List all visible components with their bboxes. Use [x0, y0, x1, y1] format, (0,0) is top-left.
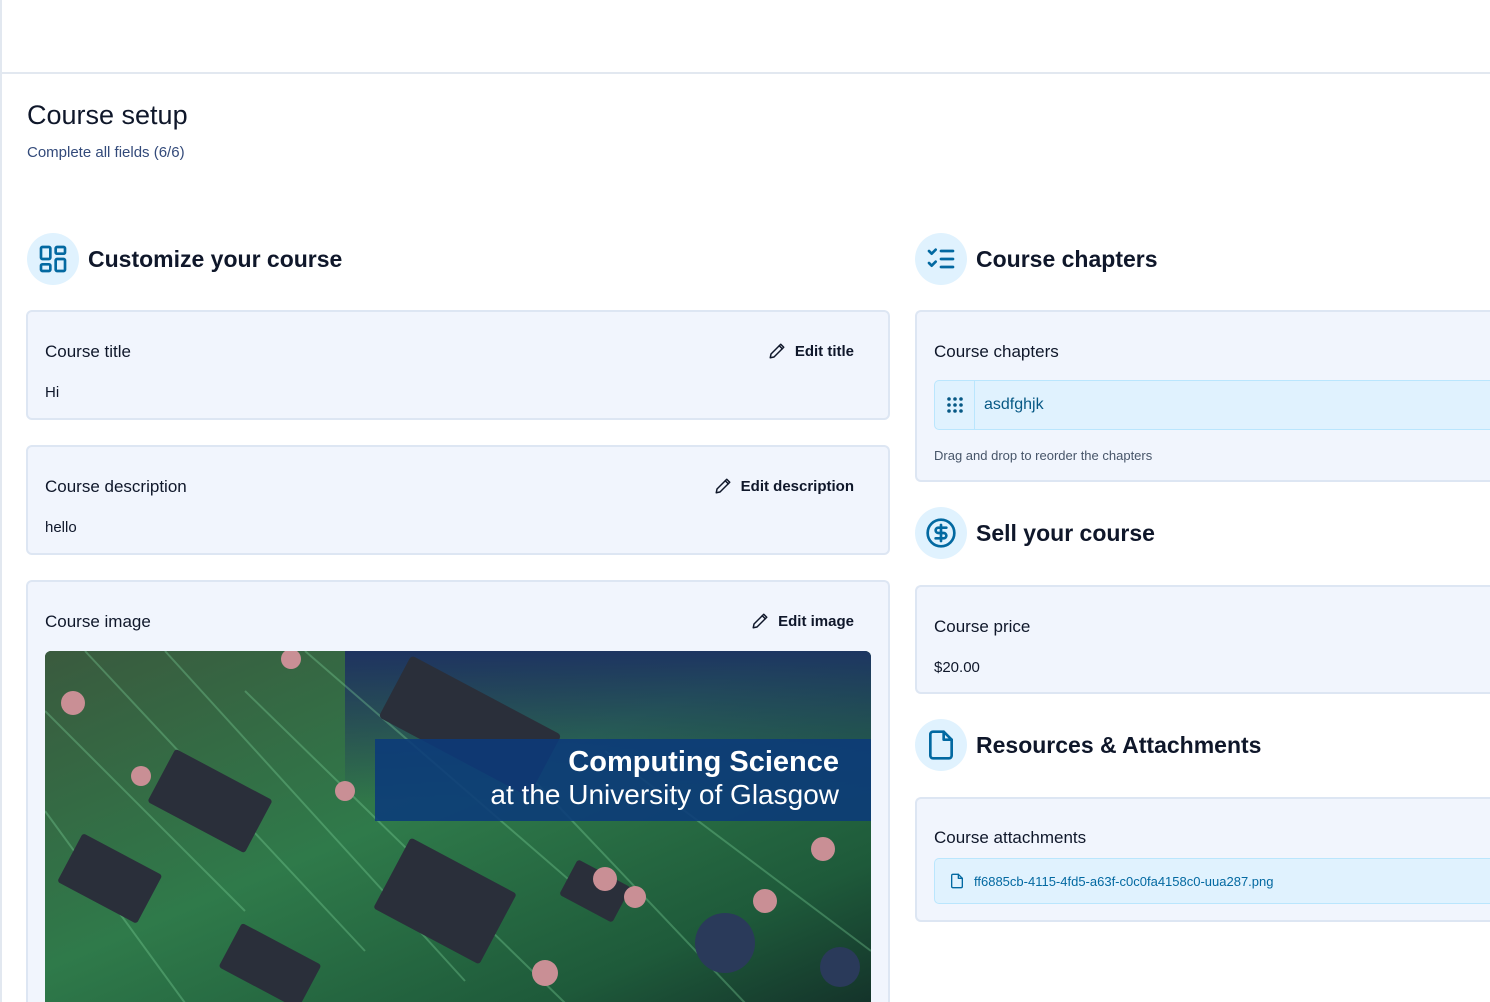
sidebar-border: [0, 0, 2, 1002]
course-title-label: Course title: [45, 342, 131, 361]
edit-image-button[interactable]: Edit image: [751, 612, 854, 630]
sell-heading: Sell your course: [976, 519, 1155, 546]
file-icon: [915, 719, 967, 771]
completion-text: Complete all fields (6/6): [27, 144, 185, 161]
image-banner-line1: Computing Science: [568, 746, 839, 778]
course-price-value: $20.00: [934, 659, 980, 676]
course-price-label: Course price: [934, 617, 1031, 636]
grip-vertical-icon[interactable]: [935, 381, 975, 429]
attachment-item[interactable]: ff6885cb-4115-4fd5-a63f-c0c0fa4158c0-uua…: [934, 858, 1490, 904]
edit-title-button[interactable]: Edit title: [768, 342, 854, 360]
edit-title-label: Edit title: [794, 342, 854, 360]
chapter-item[interactable]: asdfghjk: [934, 380, 1490, 430]
chapters-section-header: Course chapters: [915, 233, 1158, 285]
course-image-label: Course image: [45, 612, 151, 631]
list-checks-icon: [915, 233, 967, 285]
sell-section-header: Sell your course: [915, 507, 1155, 559]
circle-dollar-icon: [915, 507, 967, 559]
edit-description-label: Edit description: [740, 477, 854, 495]
layout-dashboard-icon: [27, 233, 79, 285]
course-description-value: hello: [45, 519, 77, 536]
pencil-icon: [752, 613, 768, 629]
course-chapters-card: Course chapters asdfghjk Drag and drop t…: [915, 310, 1490, 482]
customize-heading: Customize your course: [88, 245, 343, 272]
course-image-card: Course image Edit image Computing Scienc…: [26, 580, 890, 1002]
course-chapters-label: Course chapters: [934, 342, 1059, 361]
course-title-card: Course title Edit title Hi: [26, 310, 890, 420]
image-banner-line2: at the University of Glasgow: [490, 779, 839, 810]
chapters-heading: Course chapters: [976, 245, 1158, 272]
customize-section-header: Customize your course: [27, 233, 342, 285]
chapter-title: asdfghjk: [984, 396, 1044, 413]
course-attachments-label: Course attachments: [934, 828, 1087, 847]
course-description-label: Course description: [45, 477, 187, 496]
course-attachments-card: Course attachments ff6885cb-4115-4fd5-a6…: [915, 797, 1490, 922]
course-description-card: Course description Edit description hell…: [26, 445, 890, 555]
top-navbar: [0, 0, 1490, 74]
page-title: Course setup: [27, 100, 188, 130]
resources-heading: Resources & Attachments: [976, 731, 1262, 758]
resources-section-header: Resources & Attachments: [915, 719, 1261, 771]
edit-image-label: Edit image: [778, 612, 854, 630]
edit-description-button[interactable]: Edit description: [714, 477, 854, 495]
course-title-value: Hi: [45, 384, 60, 401]
pencil-icon: [769, 343, 785, 359]
reorder-hint: Drag and drop to reorder the chapters: [934, 448, 1153, 463]
file-icon: [951, 873, 963, 889]
course-image: Computing Science at the University of G…: [45, 651, 871, 1002]
attachment-name: ff6885cb-4115-4fd5-a63f-c0c0fa4158c0-uua…: [974, 873, 1274, 889]
course-price-card: Course price $20.00: [915, 585, 1490, 694]
pencil-icon: [715, 478, 731, 494]
